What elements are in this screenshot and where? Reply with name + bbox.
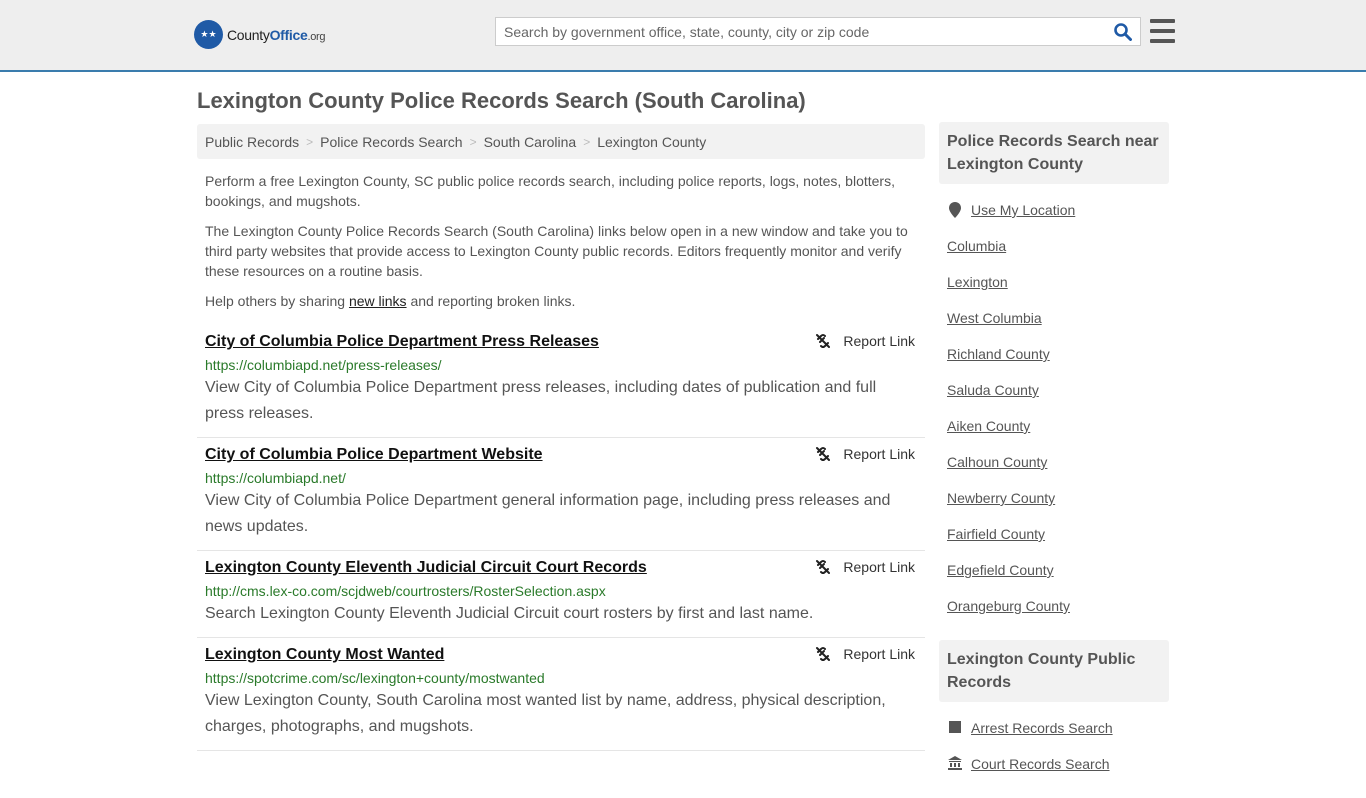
public-records-list: Arrest Records Search Court Records Sear… <box>939 702 1169 798</box>
nearby-link[interactable]: Newberry County <box>947 490 1055 506</box>
nearby-list: Use My Location Columbia Lexington West … <box>939 184 1169 640</box>
sidebar: Police Records Search near Lexington Cou… <box>939 122 1169 798</box>
nearby-item: Richland County <box>947 342 1161 378</box>
arrest-records-icon <box>947 720 963 734</box>
result-item: City of Columbia Police Department Websi… <box>197 438 925 551</box>
use-my-location-item: Use My Location <box>947 198 1161 234</box>
nearby-link[interactable]: Aiken County <box>947 418 1030 434</box>
search-input[interactable] <box>496 18 1106 45</box>
breadcrumb: Public Records > Police Records Search >… <box>197 124 925 159</box>
nearby-item: Fairfield County <box>947 522 1161 558</box>
nearby-link[interactable]: Fairfield County <box>947 526 1045 542</box>
nearby-link[interactable]: Calhoun County <box>947 454 1047 470</box>
arrest-records-link[interactable]: Arrest Records Search <box>971 720 1113 736</box>
public-record-item: Arrest Records Search <box>947 716 1161 752</box>
site-header: ★★ CountyOffice.org <box>0 0 1366 72</box>
result-title-link[interactable]: Lexington County Eleventh Judicial Circu… <box>205 557 647 579</box>
search-bar <box>495 17 1141 46</box>
page-title: Lexington County Police Records Search (… <box>197 88 806 113</box>
intro-share: Help others by sharing new links and rep… <box>205 293 576 309</box>
nearby-item: Newberry County <box>947 486 1161 522</box>
result-description: Search Lexington County Eleventh Judicia… <box>205 605 814 622</box>
public-records-heading: Lexington County Public Records <box>939 640 1169 702</box>
broken-link-icon <box>816 447 831 461</box>
breadcrumb-public-records[interactable]: Public Records <box>205 134 299 150</box>
nearby-link[interactable]: Richland County <box>947 346 1050 362</box>
nearby-item: Aiken County <box>947 414 1161 450</box>
result-title-link[interactable]: Lexington County Most Wanted <box>205 644 444 666</box>
results-list: City of Columbia Police Department Press… <box>197 325 925 751</box>
court-records-link[interactable]: Court Records Search <box>971 756 1110 772</box>
broken-link-icon <box>816 560 831 574</box>
nearby-item: West Columbia <box>947 306 1161 342</box>
result-item: Lexington County Eleventh Judicial Circu… <box>197 551 925 638</box>
new-links-link[interactable]: new links <box>349 293 407 309</box>
result-title-link[interactable]: City of Columbia Police Department Press… <box>205 331 599 353</box>
broken-link-icon <box>816 334 831 348</box>
result-url: https://columbiapd.net/press-releases/ <box>205 357 442 373</box>
nearby-item: Calhoun County <box>947 450 1161 486</box>
intro: Perform a free Lexington County, SC publ… <box>197 171 925 311</box>
nearby-item: Saluda County <box>947 378 1161 414</box>
report-link-button[interactable]: Report Link <box>815 646 915 662</box>
breadcrumb-south-carolina[interactable]: South Carolina <box>484 134 577 150</box>
map-marker-icon <box>947 202 963 218</box>
nearby-item: Edgefield County <box>947 558 1161 594</box>
public-record-item: Court Records Search <box>947 752 1161 788</box>
search-icon <box>1114 22 1132 41</box>
intro-paragraph: Perform a free Lexington County, SC publ… <box>205 173 895 209</box>
breadcrumb-separator: > <box>469 134 477 149</box>
result-url: http://cms.lex-co.com/scjdweb/courtroste… <box>205 583 606 599</box>
nearby-link[interactable]: Lexington <box>947 274 1008 290</box>
nearby-link[interactable]: Saluda County <box>947 382 1039 398</box>
result-description: View City of Columbia Police Department … <box>205 379 877 422</box>
result-url: https://spotcrime.com/sc/lexington+count… <box>205 670 545 686</box>
report-link-button[interactable]: Report Link <box>815 446 915 462</box>
main-content: Public Records > Police Records Search >… <box>197 124 925 751</box>
nearby-item: Lexington <box>947 270 1161 306</box>
result-description: View City of Columbia Police Department … <box>205 492 891 535</box>
nearby-link[interactable]: Columbia <box>947 238 1006 254</box>
nearby-item: Orangeburg County <box>947 594 1161 630</box>
report-link-button[interactable]: Report Link <box>815 559 915 575</box>
breadcrumb-current: Lexington County <box>597 133 707 150</box>
use-my-location-link[interactable]: Use My Location <box>971 202 1075 218</box>
result-url: https://columbiapd.net/ <box>205 470 346 486</box>
nearby-link[interactable]: Orangeburg County <box>947 598 1070 614</box>
result-title-link[interactable]: City of Columbia Police Department Websi… <box>205 444 543 466</box>
intro-paragraph: The Lexington County Police Records Sear… <box>205 223 908 279</box>
result-item: Lexington County Most Wanted Report Link… <box>197 638 925 751</box>
nearby-item: Columbia <box>947 234 1161 270</box>
breadcrumb-separator: > <box>583 134 591 149</box>
hamburger-menu-icon[interactable] <box>1150 19 1175 43</box>
logo-text: CountyOffice.org <box>227 26 326 43</box>
result-item: City of Columbia Police Department Press… <box>197 325 925 438</box>
eagle-logo-icon: ★★ <box>194 20 223 49</box>
nearby-link[interactable]: Edgefield County <box>947 562 1054 578</box>
result-description: View Lexington County, South Carolina mo… <box>205 692 886 735</box>
logo[interactable]: ★★ CountyOffice.org <box>194 20 326 49</box>
nearby-link[interactable]: West Columbia <box>947 310 1042 326</box>
broken-link-icon <box>816 647 831 661</box>
breadcrumb-police-records-search[interactable]: Police Records Search <box>320 134 462 150</box>
report-link-button[interactable]: Report Link <box>815 333 915 349</box>
nearby-heading: Police Records Search near Lexington Cou… <box>939 122 1169 184</box>
search-button[interactable] <box>1106 18 1140 45</box>
breadcrumb-separator: > <box>306 134 314 149</box>
